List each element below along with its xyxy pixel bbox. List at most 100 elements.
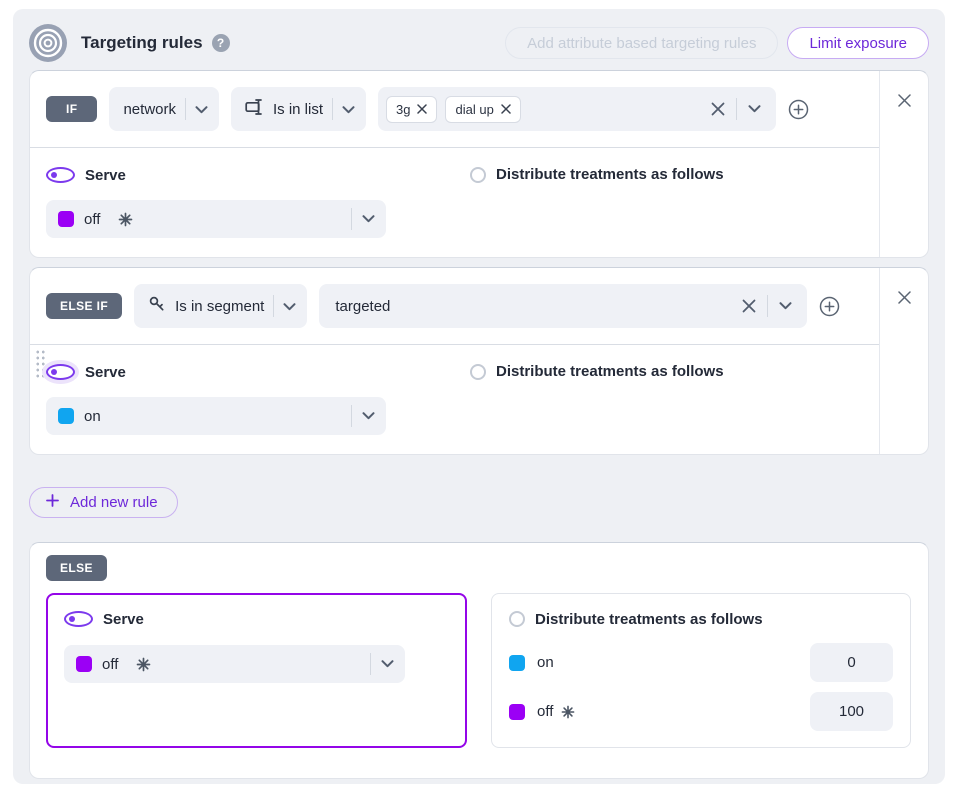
treatment-color-swatch [509, 655, 525, 671]
rule-2-main: ELSE IF Is in segment targeted [30, 268, 879, 454]
treatment-color-swatch [58, 408, 74, 424]
add-new-rule-button[interactable]: Add new rule [29, 487, 178, 518]
select-divider [767, 295, 768, 317]
treatment-color-swatch [76, 656, 92, 672]
distribute-radio[interactable] [470, 364, 486, 380]
treatment-color-swatch [509, 704, 525, 720]
select-controls [351, 208, 375, 230]
serve-option: Serve [46, 363, 863, 381]
select-divider [273, 295, 274, 317]
rule-2-serve-section: Serve Distribute treatments as follows o… [30, 345, 879, 454]
segment-value: targeted [335, 298, 390, 315]
select-divider [351, 405, 352, 427]
treatment-label: on [84, 408, 101, 425]
tag-label: 3g [396, 102, 410, 117]
allocation-value-input[interactable]: 100 [810, 692, 893, 731]
treatment-select[interactable]: off [64, 645, 405, 683]
tag: dial up [445, 96, 520, 123]
add-new-rule-label: Add new rule [70, 494, 158, 511]
rule-2-condition-row: ELSE IF Is in segment targeted [30, 268, 879, 345]
tag-label: dial up [455, 102, 493, 117]
segment-value-input[interactable]: targeted [319, 284, 807, 328]
chevron-down-icon [283, 298, 296, 315]
add-attribute-rules-button[interactable]: Add attribute based targeting rules [505, 27, 778, 59]
matcher-select[interactable]: Is in segment [134, 284, 307, 328]
default-treatment-asterisk-icon [561, 705, 575, 719]
rule-1-side [879, 71, 928, 257]
distribute-radio[interactable] [470, 167, 486, 183]
matcher-select[interactable]: Is in list [231, 87, 366, 131]
section-title: Targeting rules [81, 33, 203, 53]
input-controls [711, 98, 764, 120]
rule-1-main: IF network Is in list 3g [30, 71, 879, 257]
serve-label: Serve [85, 364, 126, 381]
else-badge: ELSE [46, 555, 107, 581]
distribute-panel[interactable]: Distribute treatments as follows on 0 of… [491, 593, 911, 748]
rule-card-if: IF network Is in list 3g [29, 70, 929, 258]
header: Targeting rules ? Add attribute based ta… [29, 25, 929, 61]
allocation-row: off 100 [509, 692, 893, 731]
expand-chevron-icon[interactable] [748, 105, 761, 113]
distribute-label: Distribute treatments as follows [496, 363, 724, 380]
serve-radio[interactable] [46, 167, 75, 183]
rule-card-else-if: ELSE IF Is in segment targeted [29, 267, 929, 455]
select-divider [736, 98, 737, 120]
clear-input-icon[interactable] [742, 299, 756, 313]
tag-remove-icon[interactable] [417, 104, 427, 114]
add-condition-button[interactable] [788, 99, 809, 120]
chevron-down-icon [381, 655, 394, 673]
chevron-down-icon [342, 101, 355, 118]
select-divider [332, 98, 333, 120]
default-treatment-asterisk-icon [136, 657, 151, 672]
segment-matcher-key-icon [148, 295, 166, 317]
target-icon [29, 24, 67, 62]
plus-icon [46, 494, 59, 511]
rule-1-serve-section: Serve Distribute treatments as follows o… [30, 148, 879, 257]
rule-1-condition-row: IF network Is in list 3g [30, 71, 879, 148]
allocation-row: on 0 [509, 643, 893, 682]
treatment-color-swatch [58, 211, 74, 227]
remove-rule-button[interactable] [898, 291, 911, 304]
else-panels: Serve off Distribute treatments as follo… [46, 593, 912, 748]
serve-panel[interactable]: Serve off [46, 593, 467, 748]
expand-chevron-icon[interactable] [779, 302, 792, 310]
else-rule-card: ELSE Serve off [29, 542, 929, 779]
serve-option: Serve [46, 166, 863, 184]
distribute-label: Distribute treatments as follows [535, 611, 763, 628]
chevron-down-icon [195, 101, 208, 118]
allocation-treatment-label: off [537, 703, 553, 720]
if-badge: IF [46, 96, 97, 122]
clear-input-icon[interactable] [711, 102, 725, 116]
targeting-rules-panel: Targeting rules ? Add attribute based ta… [13, 9, 945, 784]
select-divider [351, 208, 352, 230]
serve-radio[interactable] [64, 611, 93, 627]
help-icon[interactable]: ? [212, 34, 230, 52]
tag-remove-icon[interactable] [501, 104, 511, 114]
serve-radio[interactable] [46, 364, 75, 380]
remove-rule-button[interactable] [898, 94, 911, 107]
string-matcher-icon [245, 98, 264, 120]
select-controls [370, 653, 394, 675]
select-divider [185, 98, 186, 120]
serve-label: Serve [103, 611, 144, 628]
treatment-label: off [84, 211, 100, 228]
list-values-input[interactable]: 3g dial up [378, 87, 776, 131]
distribute-radio[interactable] [509, 611, 525, 627]
treatment-select[interactable]: off [46, 200, 386, 238]
rule-2-side [879, 268, 928, 454]
treatment-select[interactable]: on [46, 397, 386, 435]
matcher-select-value: Is in list [273, 101, 323, 118]
allocation-value-input[interactable]: 0 [810, 643, 893, 682]
serve-label: Serve [85, 167, 126, 184]
distribute-label: Distribute treatments as follows [496, 166, 724, 183]
input-controls [742, 295, 795, 317]
chevron-down-icon [362, 210, 375, 228]
add-condition-button[interactable] [819, 296, 840, 317]
select-divider [370, 653, 371, 675]
serve-option: Serve [64, 610, 449, 628]
attribute-select[interactable]: network [109, 87, 219, 131]
default-treatment-asterisk-icon [118, 212, 133, 227]
distribute-option: Distribute treatments as follows [470, 166, 724, 183]
distribute-option: Distribute treatments as follows [509, 610, 893, 628]
limit-exposure-button[interactable]: Limit exposure [787, 27, 929, 59]
